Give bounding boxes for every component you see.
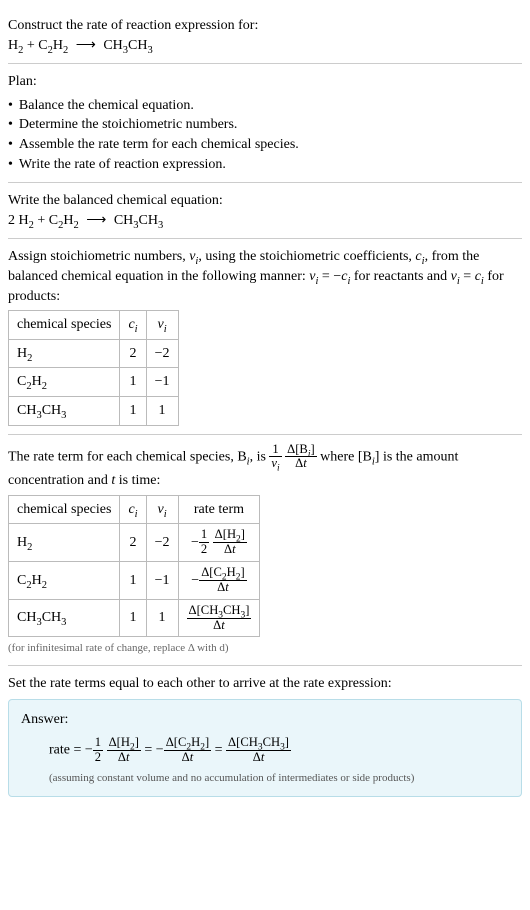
text-fragment: The rate term for each chemical species,… bbox=[8, 449, 247, 464]
rate-term-cell: Δ[CH3CH3]Δt bbox=[178, 599, 260, 637]
table-header: νi bbox=[146, 495, 178, 524]
table-row: H2 2 −2 −12 Δ[H2]Δt bbox=[9, 524, 260, 562]
species-cell: CH3CH3 bbox=[9, 599, 120, 637]
rate-term-text: The rate term for each chemical species,… bbox=[8, 443, 522, 491]
table-header-row: chemical species ci νi rate term bbox=[9, 495, 260, 524]
c-cell: 1 bbox=[120, 368, 146, 397]
problem-section: Construct the rate of reaction expressio… bbox=[8, 8, 522, 64]
stoichiometry-table: chemical species ci νi H2 2 −2 C2H2 1 −1… bbox=[8, 310, 179, 425]
rate-term-cell: −Δ[C2H2]Δt bbox=[178, 562, 260, 600]
nu-cell: −2 bbox=[146, 339, 178, 368]
nu-cell: 1 bbox=[146, 396, 178, 425]
c-cell: 1 bbox=[120, 562, 146, 600]
arrow-icon: ⟶ bbox=[76, 36, 96, 56]
table-header: ci bbox=[120, 311, 146, 340]
c-cell: 2 bbox=[120, 339, 146, 368]
rate-term-table: chemical species ci νi rate term H2 2 −2… bbox=[8, 495, 260, 638]
plan-item-text: Balance the chemical equation. bbox=[19, 96, 194, 116]
answer-label: Answer: bbox=[21, 710, 509, 730]
final-text: Set the rate terms equal to each other t… bbox=[8, 674, 522, 694]
table-header-row: chemical species ci νi bbox=[9, 311, 179, 340]
c-cell: 1 bbox=[120, 599, 146, 637]
list-item: Balance the chemical equation. bbox=[8, 96, 522, 116]
species-cell: H2 bbox=[9, 339, 120, 368]
text-fragment: for reactants and bbox=[350, 269, 450, 284]
species-cell: C2H2 bbox=[9, 368, 120, 397]
plan-item-text: Determine the stoichiometric numbers. bbox=[19, 115, 238, 135]
species-cell: CH3CH3 bbox=[9, 396, 120, 425]
final-section: Set the rate terms equal to each other t… bbox=[8, 666, 522, 805]
balanced-equation: 2 H2 + C2H2 ⟶ CH3CH3 bbox=[8, 211, 522, 231]
table-row: CH3CH3 1 1 bbox=[9, 396, 179, 425]
plan-list: Balance the chemical equation. Determine… bbox=[8, 96, 522, 174]
rate-term-section: The rate term for each chemical species,… bbox=[8, 435, 522, 666]
answer-box: Answer: rate = −12 Δ[H2]Δt = −Δ[C2H2]Δt … bbox=[8, 699, 522, 797]
table-header: ci bbox=[120, 495, 146, 524]
nu-cell: 1 bbox=[146, 599, 178, 637]
plan-title: Plan: bbox=[8, 72, 522, 92]
plan-item-text: Write the rate of reaction expression. bbox=[19, 155, 226, 175]
plan-item-text: Assemble the rate term for each chemical… bbox=[19, 135, 299, 155]
nu-cell: −2 bbox=[146, 524, 178, 562]
table-row: C2H2 1 −1 −Δ[C2H2]Δt bbox=[9, 562, 260, 600]
infinitesimal-note: (for infinitesimal rate of change, repla… bbox=[8, 641, 522, 656]
table-header: chemical species bbox=[9, 495, 120, 524]
plan-section: Plan: Balance the chemical equation. Det… bbox=[8, 64, 522, 183]
text-fragment: Assign stoichiometric numbers, bbox=[8, 249, 189, 264]
list-item: Write the rate of reaction expression. bbox=[8, 155, 522, 175]
c-cell: 1 bbox=[120, 396, 146, 425]
unbalanced-equation: H2 + C2H2 ⟶ CH3CH3 bbox=[8, 36, 522, 56]
answer-note: (assuming constant volume and no accumul… bbox=[49, 771, 509, 786]
table-row: H2 2 −2 bbox=[9, 339, 179, 368]
nu-cell: −1 bbox=[146, 368, 178, 397]
rate-expression: rate = −12 Δ[H2]Δt = −Δ[C2H2]Δt = Δ[CH3C… bbox=[49, 736, 509, 765]
c-cell: 2 bbox=[120, 524, 146, 562]
table-header: chemical species bbox=[9, 311, 120, 340]
stoichiometry-section: Assign stoichiometric numbers, νi , using… bbox=[8, 239, 522, 434]
species-cell: H2 bbox=[9, 524, 120, 562]
problem-title: Construct the rate of reaction expressio… bbox=[8, 16, 522, 36]
rate-term-cell: −12 Δ[H2]Δt bbox=[178, 524, 260, 562]
stoich-text: Assign stoichiometric numbers, νi, using… bbox=[8, 247, 522, 306]
balanced-section: Write the balanced chemical equation: 2 … bbox=[8, 183, 522, 239]
text-fragment: is time: bbox=[115, 473, 160, 488]
table-row: C2H2 1 −1 bbox=[9, 368, 179, 397]
list-item: Determine the stoichiometric numbers. bbox=[8, 115, 522, 135]
text-fragment: , is bbox=[250, 449, 270, 464]
arrow-icon: ⟶ bbox=[86, 211, 106, 231]
text-fragment: where [B bbox=[317, 449, 372, 464]
list-item: Assemble the rate term for each chemical… bbox=[8, 135, 522, 155]
balanced-title: Write the balanced chemical equation: bbox=[8, 191, 522, 211]
species-cell: C2H2 bbox=[9, 562, 120, 600]
text-fragment: , using the stoichiometric coefficients, bbox=[198, 249, 415, 264]
table-header: rate term bbox=[178, 495, 260, 524]
table-row: CH3CH3 1 1 Δ[CH3CH3]Δt bbox=[9, 599, 260, 637]
table-header: νi bbox=[146, 311, 178, 340]
nu-cell: −1 bbox=[146, 562, 178, 600]
